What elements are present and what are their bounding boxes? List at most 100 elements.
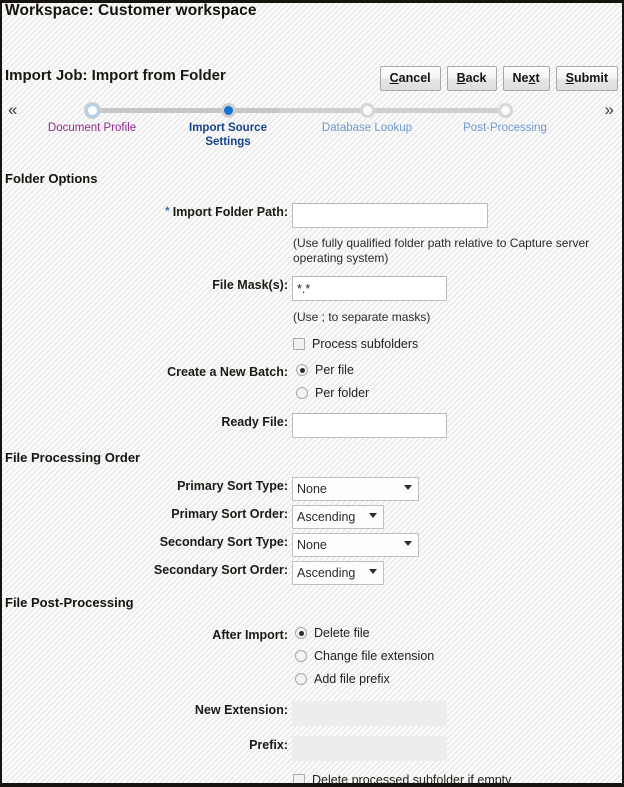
file-masks-input[interactable] <box>292 276 447 301</box>
train-previous-arrow-icon[interactable]: « <box>8 101 17 118</box>
process-subfolders-label: Process subfolders <box>312 337 419 351</box>
train-step-dot-icon <box>220 103 236 118</box>
label-secondary-sort-type: Secondary Sort Type: <box>159 535 288 549</box>
label-primary-sort-order: Primary Sort Order: <box>171 507 288 521</box>
per-folder-label: Per folder <box>315 386 370 400</box>
ready-file-input[interactable] <box>292 413 447 438</box>
import-job-page: Workspace: Customer workspace Import Job… <box>0 0 624 787</box>
field-row-new-extension: New Extension: <box>2 701 622 726</box>
cancel-label: ancel <box>398 71 431 85</box>
train-track <box>90 108 507 113</box>
per-file-label: Per file <box>315 363 354 377</box>
new-extension-input <box>292 701 447 726</box>
secondary-sort-type-select[interactable]: None <box>292 533 419 557</box>
delete-processed-subfolder-checkbox[interactable] <box>293 774 305 783</box>
submit-accesskey: S <box>565 71 574 85</box>
primary-sort-order-wrapper: Ascending <box>292 505 384 529</box>
control-primary-sort-order: Ascending <box>292 505 384 529</box>
next-label-pre: Ne <box>512 71 529 85</box>
back-button[interactable]: Back <box>446 66 497 91</box>
train-step-label: Document Profile <box>47 122 137 134</box>
add-file-prefix-radio[interactable] <box>295 673 307 685</box>
field-row-secondary-sort-type: Secondary Sort Type: None <box>2 533 622 557</box>
secondary-sort-order-wrapper: Ascending <box>292 561 384 585</box>
primary-sort-type-select[interactable]: None <box>292 477 419 501</box>
field-row-primary-sort-type: Primary Sort Type: None <box>2 477 622 501</box>
train-step-label: Post-Processing <box>463 122 547 134</box>
train-step-document-profile[interactable]: Document Profile <box>37 100 147 136</box>
next-label-post: t <box>535 71 540 85</box>
add-file-prefix-label: Add file prefix <box>314 672 390 686</box>
control-secondary-sort-order: Ascending <box>292 561 384 585</box>
after-import-option-change-extension[interactable]: Change file extension <box>295 649 434 663</box>
primary-sort-order-select[interactable]: Ascending <box>292 505 384 529</box>
delete-file-label: Delete file <box>314 626 370 640</box>
change-file-extension-label: Change file extension <box>314 649 435 663</box>
wizard-train: « » Document Profile Import Source Setti… <box>2 100 622 158</box>
back-label: ack <box>465 71 487 85</box>
label-import-folder-path: Import Folder Path: <box>172 205 288 219</box>
action-button-group: Cancel Back Next Submit <box>379 66 618 91</box>
cancel-button[interactable]: Cancel <box>379 66 441 91</box>
field-row-primary-sort-order: Primary Sort Order: Ascending <box>2 505 622 529</box>
train-step-database-lookup[interactable]: Database Lookup <box>312 100 422 136</box>
section-title-file-post-processing: File Post-Processing <box>5 595 134 610</box>
train-step-label: Database Lookup <box>321 122 413 134</box>
page-title: Import Job: Import from Folder <box>5 67 226 84</box>
delete-file-radio[interactable] <box>295 627 307 639</box>
train-next-arrow-icon[interactable]: » <box>605 101 614 118</box>
submit-button[interactable]: Submit <box>555 66 618 91</box>
cancel-accesskey: C <box>389 71 399 85</box>
control-ready-file <box>292 413 447 438</box>
required-marker-icon: * <box>165 204 170 218</box>
create-new-batch-option-per-folder[interactable]: Per folder <box>296 386 369 400</box>
workspace-title: Workspace: Customer workspace <box>5 2 257 19</box>
after-import-option-delete-file[interactable]: Delete file <box>295 626 370 640</box>
train-step-import-source-settings[interactable]: Import Source Settings <box>174 100 282 149</box>
hint-file-masks: (Use ; to separate masks) <box>293 310 431 324</box>
control-prefix <box>292 736 447 761</box>
submit-label: ubmit <box>573 71 608 85</box>
train-step-dot-icon <box>84 103 100 118</box>
label-file-masks: File Mask(s): <box>212 278 288 292</box>
label-new-extension: New Extension: <box>194 703 288 717</box>
control-file-masks <box>292 276 447 301</box>
secondary-sort-type-wrapper: None <box>292 533 419 557</box>
field-row-secondary-sort-order: Secondary Sort Order: Ascending <box>2 561 622 585</box>
label-after-import: After Import: <box>212 628 288 642</box>
train-step-dot-icon <box>359 103 375 118</box>
field-row-file-masks: File Mask(s): <box>2 276 622 301</box>
create-new-batch-option-per-file[interactable]: Per file <box>296 363 354 377</box>
change-file-extension-radio[interactable] <box>295 650 307 662</box>
section-title-folder-options: Folder Options <box>5 171 98 186</box>
control-secondary-sort-type: None <box>292 533 419 557</box>
field-row-ready-file: Ready File: <box>2 413 622 438</box>
per-folder-radio[interactable] <box>296 387 308 399</box>
next-button[interactable]: Next <box>502 66 550 91</box>
train-step-post-processing[interactable]: Post-Processing <box>450 100 560 136</box>
label-secondary-sort-order: Secondary Sort Order: <box>153 563 288 577</box>
per-file-radio[interactable] <box>296 364 308 376</box>
delete-processed-subfolder-label: Delete processed subfolder if empty <box>312 773 512 787</box>
delete-processed-subfolder-row[interactable]: Delete processed subfolder if empty <box>293 773 512 787</box>
prefix-input <box>292 736 447 761</box>
control-import-folder-path <box>292 203 488 228</box>
secondary-sort-order-select[interactable]: Ascending <box>292 561 384 585</box>
after-import-option-add-prefix[interactable]: Add file prefix <box>295 672 390 686</box>
page-header: Import Job: Import from Folder Cancel Ba… <box>2 66 622 98</box>
process-subfolders-checkbox[interactable] <box>293 338 305 350</box>
train-step-dot-icon <box>497 103 513 118</box>
import-folder-path-input[interactable] <box>292 203 488 228</box>
control-new-extension <box>292 701 447 726</box>
field-row-prefix: Prefix: <box>2 736 622 761</box>
control-primary-sort-type: None <box>292 477 419 501</box>
label-primary-sort-type: Primary Sort Type: <box>177 479 288 493</box>
primary-sort-type-wrapper: None <box>292 477 419 501</box>
back-accesskey: B <box>456 71 466 85</box>
label-ready-file: Ready File: <box>221 415 288 429</box>
section-title-file-processing-order: File Processing Order <box>5 450 141 465</box>
hint-import-folder-path: (Use fully qualified folder path relativ… <box>293 236 590 265</box>
train-step-label: Import Source Settings <box>189 122 267 148</box>
label-prefix: Prefix: <box>249 738 288 752</box>
process-subfolders-row[interactable]: Process subfolders <box>293 337 418 351</box>
